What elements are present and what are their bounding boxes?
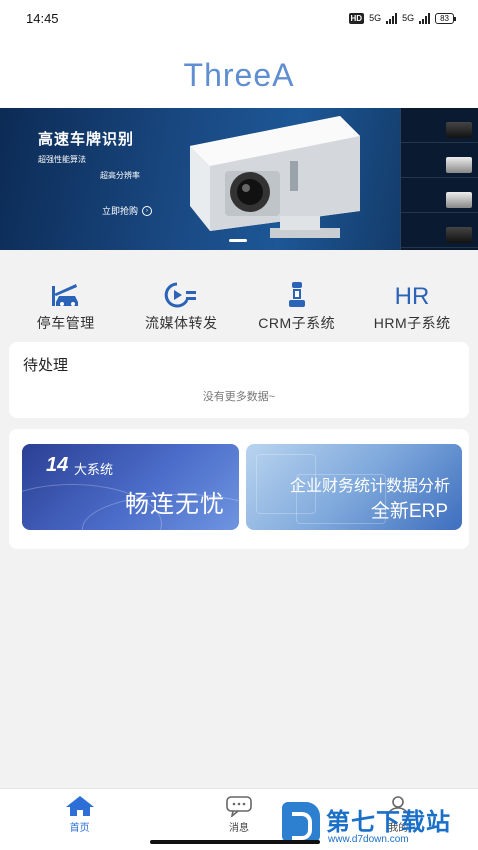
home-indicator[interactable] xyxy=(150,840,320,844)
camera-image xyxy=(190,116,360,238)
signal-icon-2 xyxy=(419,12,431,24)
buy-now-label: 立即抢购 xyxy=(102,206,139,216)
battery-level: 83 xyxy=(440,13,449,23)
stream-icon xyxy=(164,282,197,308)
pending-card: 待处理 没有更多数据~ xyxy=(9,342,469,418)
promo-card-container: 14 大系统 畅连无忧 企业财务统计数据分析 全新ERP xyxy=(9,429,469,549)
status-icons: HD 5G 5G 83 xyxy=(348,12,456,24)
promo-systems-label: 大系统 xyxy=(74,462,114,477)
pending-title: 待处理 xyxy=(23,357,69,374)
thumbnail-4 xyxy=(401,213,478,248)
thumbnail-3 xyxy=(401,178,478,213)
chevron-right-icon: › xyxy=(142,205,153,216)
buy-now-button[interactable]: 立即抢购 › xyxy=(102,204,153,217)
promo-erp-line1: 企业财务统计数据分析 xyxy=(289,478,450,495)
promo-erp-line2: 全新ERP xyxy=(370,501,448,522)
home-icon xyxy=(65,796,94,816)
menu-item-parking[interactable]: 停车管理 xyxy=(11,250,121,340)
promo-systems-slogan: 畅连无忧 xyxy=(125,491,225,518)
watermark-icon xyxy=(282,802,320,842)
battery-icon: 83 xyxy=(435,12,456,24)
menu-label-hrm: HRM子系统 xyxy=(373,315,451,331)
status-bar: 14:45 HD 5G 5G 83 xyxy=(0,0,478,36)
promo-systems-number: 14 xyxy=(46,454,69,476)
pending-empty-text: 没有更多数据~ xyxy=(202,391,276,403)
watermark-url: www.d7down.com xyxy=(328,834,409,845)
tab-messages-label: 消息 xyxy=(228,823,249,834)
thumbnail-1 xyxy=(401,108,478,143)
menu-item-crm[interactable]: CRM子系统 xyxy=(242,250,352,340)
promo-banner[interactable]: 高速车牌识别 超强性能算法 超高分辨率 立即抢购 › xyxy=(0,108,478,250)
menu-label-stream: 流媒体转发 xyxy=(145,315,218,331)
carousel-indicator xyxy=(229,239,247,242)
hrm-icon: HR xyxy=(395,283,430,308)
hrm-icon-text: HR xyxy=(395,283,430,308)
menu-item-stream[interactable]: 流媒体转发 xyxy=(126,250,236,340)
menu-item-hrm[interactable]: HR HRM子系统 xyxy=(357,250,467,340)
tab-home-label: 首页 xyxy=(69,823,90,834)
signal-icon xyxy=(386,12,398,24)
banner-subtitle-2: 超高分辨率 xyxy=(100,171,140,180)
promo-erp[interactable]: 企业财务统计数据分析 全新ERP xyxy=(246,444,462,530)
message-icon xyxy=(226,796,252,817)
product-thumbnails xyxy=(400,108,478,250)
status-time: 14:45 xyxy=(26,10,59,26)
promo-systems[interactable]: 14 大系统 畅连无忧 xyxy=(22,444,239,530)
hd-badge: HD xyxy=(348,12,365,24)
tab-home[interactable]: 首页 xyxy=(30,789,130,850)
network-label-1: 5G xyxy=(369,13,382,23)
menu-label-parking: 停车管理 xyxy=(36,315,95,331)
network-label-2: 5G xyxy=(402,13,415,23)
banner-title: 高速车牌识别 xyxy=(38,131,135,148)
quick-menu: 停车管理 流媒体转发 CRM子系统 HR HRM子系统 xyxy=(0,250,478,340)
banner-subtitle-1: 超强性能算法 xyxy=(38,155,86,164)
menu-label-crm: CRM子系统 xyxy=(258,315,336,331)
app-header: ThreeA xyxy=(0,36,478,108)
app-title: ThreeA xyxy=(183,57,295,93)
thumbnail-2 xyxy=(401,143,478,178)
crm-icon xyxy=(288,282,305,307)
parking-icon xyxy=(51,284,78,306)
watermark-title: 第七下载站 xyxy=(326,809,451,836)
